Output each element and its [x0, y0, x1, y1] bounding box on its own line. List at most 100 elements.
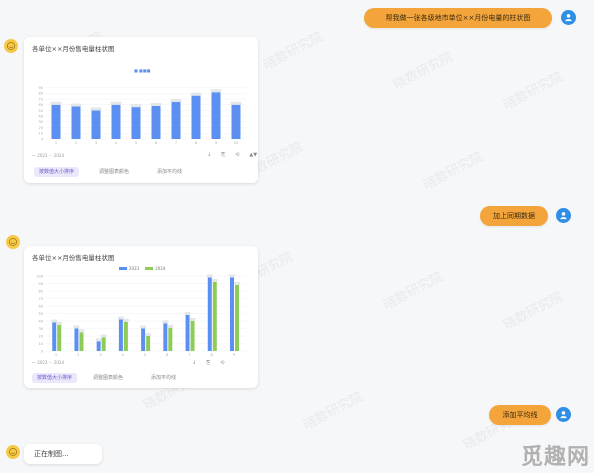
sort-by-value-button[interactable]: 按数值大小排序 [34, 167, 80, 177]
watermark-text: 晓数研究院 [421, 149, 486, 194]
x-tick-label: 4 [122, 353, 125, 357]
bot-face-icon [9, 448, 17, 456]
download-icon[interactable]: ↓ [192, 360, 196, 366]
bar [111, 104, 121, 139]
bar-2024 [57, 324, 62, 351]
download-icon[interactable]: ↓ [207, 152, 211, 158]
x-tick-label: 1 [55, 353, 57, 357]
data-label-bg [56, 321, 63, 325]
data-label-bg [150, 102, 162, 106]
user-message-2: 加上同期数据 [480, 206, 548, 226]
bar-2024 [190, 321, 195, 351]
copy-icon[interactable]: ⎘ [221, 152, 225, 158]
data-label-bg [167, 324, 174, 328]
y-tick-label: 70 [39, 297, 43, 301]
bar-2023 [207, 277, 212, 351]
person-icon [560, 212, 567, 220]
bar-2024 [235, 285, 239, 351]
brand-watermark: 觅趣网 [520, 445, 590, 470]
data-label-bg [73, 325, 80, 329]
chart-card-1: 各单位××月份售电量柱状图 ■ ■■■ 0 10 20 30 40 50 60 70 80 90 1… [24, 37, 258, 183]
y-tick-label: 20 [39, 126, 43, 130]
refresh-icon[interactable]: ⟲ [235, 152, 239, 158]
bar [171, 101, 181, 139]
data-label-bg [234, 282, 240, 285]
chart-2-plot: 0 10 20 30 40 50 60 70 80 90 100 1 2 3 4 5 6 7 8 9 [36, 274, 246, 357]
user-avatar-3 [556, 407, 571, 422]
y-tick-label: 90 [39, 86, 43, 90]
x-tick-label: 9 [233, 353, 235, 357]
bar-2024 [146, 336, 151, 351]
y-tick-label: 40 [39, 319, 43, 323]
copy-icon[interactable]: ⎘ [206, 360, 210, 366]
x-tick-label: 2 [77, 353, 79, 357]
data-label-bg [70, 103, 82, 107]
y-tick-label: 0 [41, 349, 43, 353]
refresh-icon[interactable]: ⟲ [220, 360, 224, 366]
bar [151, 105, 161, 139]
y-tick-label: 10 [39, 342, 43, 346]
data-label-bg [184, 312, 191, 315]
data-label-bg [50, 101, 62, 105]
y-tick-label: 10 [39, 132, 43, 136]
data-label-bg [230, 101, 242, 105]
x-tick-label: 5 [135, 141, 137, 145]
bar [231, 104, 241, 139]
bar-2023 [141, 328, 146, 351]
bar [91, 110, 101, 139]
add-average-line-button[interactable]: 添加平均线 [152, 167, 187, 177]
bar-2024 [168, 327, 173, 351]
x-tick-label: 9 [215, 141, 217, 145]
x-tick-label: 3 [99, 353, 101, 357]
data-label-bg [189, 318, 196, 321]
bar-2023 [96, 341, 101, 351]
bar [131, 107, 141, 139]
status-text: 正在制图... [34, 450, 69, 458]
x-tick-label: 6 [155, 141, 157, 145]
chart-1-tools: ↓ ⎘ ⟲ ▲▼ [207, 152, 257, 158]
sort-icon[interactable]: ▲▼ [249, 152, 257, 158]
bar-2023 [74, 328, 79, 351]
data-label-bg [130, 104, 142, 108]
y-tick-label: 50 [39, 312, 43, 316]
x-tick-label: 6 [166, 353, 168, 357]
y-tick-label: 50 [39, 109, 43, 113]
bar-2024 [101, 337, 106, 351]
watermark-text: 晓数研究院 [501, 289, 566, 334]
data-label-bg [229, 274, 235, 278]
add-average-line-button[interactable]: 添加平均线 [146, 373, 181, 383]
bar [51, 104, 61, 139]
data-label-bg [211, 279, 218, 282]
bar-2023 [118, 319, 123, 351]
bar-2024 [123, 321, 128, 351]
y-tick-label: 40 [39, 115, 43, 119]
status-message: 正在制图... [24, 444, 102, 464]
data-label-bg [95, 338, 102, 342]
sort-by-value-button[interactable]: 按数值大小排序 [32, 373, 78, 383]
user-message-1-text: 帮我做一张各级地市单位××月份电量的柱状图 [385, 14, 531, 22]
bot-avatar-2 [6, 235, 20, 249]
chart-2-tools: ↓ ⎘ ⟲ [192, 360, 224, 366]
data-label-bg [170, 98, 182, 102]
bar-2024 [79, 332, 84, 351]
watermark-text: 晓数研究院 [261, 29, 326, 74]
bar-2024 [212, 282, 217, 351]
watermark-text: 晓数研究院 [301, 389, 366, 434]
user-avatar-1 [561, 10, 576, 25]
bar-2023 [230, 277, 234, 351]
y-tick-label: 0 [41, 137, 43, 141]
user-message-3-text: 添加平均线 [502, 411, 538, 419]
data-label-bg [78, 329, 85, 333]
adjust-colors-button[interactable]: 调整图表颜色 [88, 373, 128, 383]
data-label-bg [206, 274, 213, 278]
data-label-bg [51, 319, 58, 323]
y-tick-label: 60 [39, 103, 43, 107]
bot-face-icon [7, 42, 15, 50]
data-label-bg [210, 89, 222, 93]
watermark-text: 晓数研究院 [501, 69, 566, 114]
adjust-colors-button[interactable]: 调整图表颜色 [94, 167, 134, 177]
x-tick-label: 7 [188, 353, 190, 357]
y-tick-label: 20 [39, 334, 43, 338]
x-tick-label: 10 [234, 141, 238, 145]
bot-avatar-1 [4, 39, 18, 53]
